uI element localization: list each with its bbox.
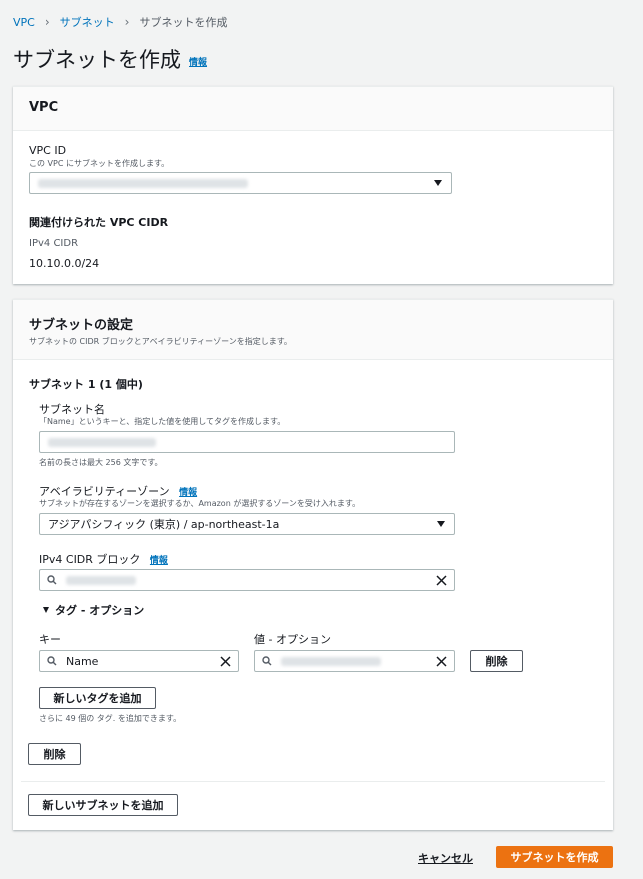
breadcrumb-vpc[interactable]: VPC [13,16,35,29]
search-icon [262,656,272,666]
vpc-panel-header: VPC [13,87,613,131]
tag-key-label: キー [39,633,61,646]
clear-icon[interactable] [436,575,447,586]
page-title: サブネットを作成 [13,48,181,72]
subnet-name-value-redacted [48,437,156,447]
ipv4-cidr-label: IPv4 CIDR [29,238,79,249]
tags-toggle-label: タグ - オプション [55,604,145,617]
add-subnet-button[interactable]: 新しいサブネットを追加 [28,794,178,816]
subnet-section-title: サブネットの設定 [29,318,134,333]
ipv4-cidr-value: 10.10.0.0/24 [29,257,100,270]
subnet-heading: サブネット 1 (1 個中) [29,378,143,391]
tag-key-input[interactable]: Name [39,650,239,672]
tags-toggle[interactable]: タグ - オプション [43,602,144,618]
vpc-id-select[interactable] [29,172,452,194]
tag-key-value: Name [66,654,99,668]
tags-remaining-hint: さらに 49 個の タグ. を追加できます。 [39,714,182,723]
create-subnet-button[interactable]: サブネットを作成 [496,846,613,868]
search-icon [47,656,57,666]
chevron-right-icon: › [124,15,130,29]
az-label: アベイラビリティーゾーン [39,485,170,498]
subnet-name-label: サブネット名 [39,403,105,416]
vpc-cidr-heading: 関連付けられた VPC CIDR [29,216,169,229]
cidr-info-link[interactable]: 情報 [150,556,168,566]
az-description: サブネットが存在するゾーンを選択するか、Amazon が選択するゾーンを受け入れ… [39,499,361,508]
subnet-panel-header: サブネットの設定 サブネットの CIDR ブロックとアベイラビリティーゾーンを指… [13,300,613,360]
breadcrumb: VPC › サブネット › サブネットを作成 [13,14,227,30]
add-tag-button[interactable]: 新しいタグを追加 [39,687,156,709]
clear-icon[interactable] [436,656,447,667]
subnet-section-description: サブネットの CIDR ブロックとアベイラビリティーゾーンを指定します。 [29,337,292,346]
vpc-panel: VPC VPC ID この VPC にサブネットを作成します。 関連付けられた … [13,86,613,284]
info-link[interactable]: 情報 [189,58,207,68]
cancel-button[interactable]: キャンセル [418,850,473,866]
cidr-label-row: IPv4 CIDR ブロック 情報 [39,551,168,567]
vpc-id-value-redacted [38,178,248,188]
cidr-value-redacted [66,575,136,585]
vpc-id-description: この VPC にサブネットを作成します。 [29,159,170,168]
breadcrumb-subnets[interactable]: サブネット [60,14,115,30]
breadcrumb-current: サブネットを作成 [139,16,228,29]
subnet-name-hint: 名前の長さは最大 256 文字です。 [39,458,163,467]
triangle-down-icon [43,607,49,613]
subnet-settings-panel: サブネットの設定 サブネットの CIDR ブロックとアベイラビリティーゾーンを指… [13,299,613,830]
remove-subnet-button[interactable]: 削除 [28,743,81,765]
search-icon [47,575,57,585]
caret-down-icon [434,180,442,186]
az-info-link[interactable]: 情報 [179,488,197,498]
subnet-name-description: 「Name」というキーと、指定した値を使用してタグを作成します。 [39,417,286,426]
vpc-section-title: VPC [29,100,59,115]
tag-value-input[interactable] [254,650,455,672]
cidr-block-input[interactable] [39,569,455,591]
az-select-value: アジアパシフィック (東京) / ap-northeast-1a [48,518,280,531]
tag-value-label: 値 - オプション [254,633,331,646]
chevron-right-icon: › [44,15,50,29]
divider [21,781,605,782]
remove-tag-button[interactable]: 削除 [470,650,523,672]
page-title-block: サブネットを作成 情報 [13,44,207,74]
clear-icon[interactable] [220,656,231,667]
subnet-name-input[interactable] [39,431,455,453]
vpc-id-label: VPC ID [29,144,67,157]
tag-value-redacted [281,656,381,666]
az-label-row: アベイラビリティーゾーン 情報 [39,483,197,499]
cidr-block-label: IPv4 CIDR ブロック [39,553,141,566]
az-select[interactable]: アジアパシフィック (東京) / ap-northeast-1a [39,513,455,535]
caret-down-icon [437,521,445,527]
